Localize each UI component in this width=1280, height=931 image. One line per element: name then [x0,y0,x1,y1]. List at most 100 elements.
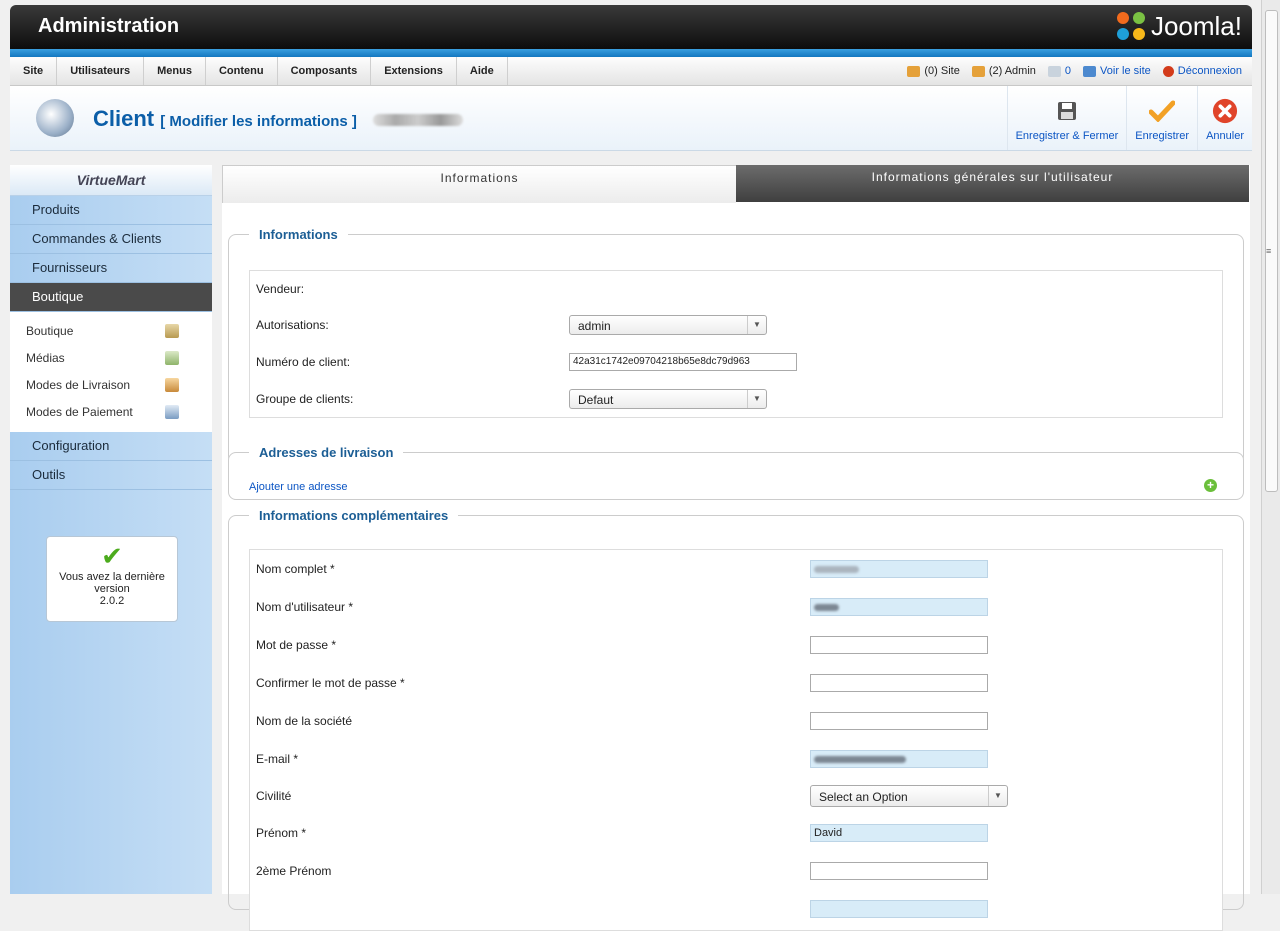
permissions-value: admin [578,319,611,333]
extra-info-legend: Informations complémentaires [259,508,449,523]
floppy-disk-icon [1054,98,1080,124]
permissions-select[interactable]: admin ▼ [569,315,767,335]
submenu-item-livraison[interactable]: Modes de Livraison [10,372,212,399]
logout-icon [1162,65,1174,77]
tab-informations[interactable]: Informations [222,165,736,203]
username-input[interactable] [810,598,988,616]
menu-aide[interactable]: Aide [457,57,508,85]
admin-title: Administration [38,15,180,37]
chevron-down-icon: ▼ [747,316,766,334]
status-bar: (0) Site (2) Admin 0 Voir le site Déconn… [907,57,1242,85]
boutique-submenu: Boutique Médias Modes de Livraison Modes… [10,312,212,432]
field-label-username: Nom d'utilisateur * [256,600,353,614]
chevron-down-icon: ▼ [988,786,1007,806]
admin-users-status: (2) Admin [971,57,1036,85]
messages-count[interactable]: 0 [1065,65,1071,77]
joomla-logo-text: Joomla! [1150,11,1242,41]
save-button[interactable]: Enregistrer [1126,86,1197,150]
checkmark-icon [1149,98,1176,124]
field-label-civility: Civilité [256,789,292,803]
cancel-label: Annuler [1206,130,1244,142]
middlename-input[interactable] [810,862,988,880]
menu-utilisateurs[interactable]: Utilisateurs [57,57,145,85]
save-close-label: Enregistrer & Fermer [1015,130,1119,142]
version-message: Vous avez la dernière version [59,571,165,595]
sidebar-item-produits[interactable]: Produits [10,196,212,225]
menu-extensions[interactable]: Extensions [371,57,457,85]
version-box: ✔ Vous avez la dernière version 2.0.2 [46,536,178,622]
submenu-item-paiement[interactable]: Modes de Paiement [10,399,212,426]
extra-info-fieldset: Informations complémentaires Nom complet… [228,508,1244,931]
customer-number-input[interactable]: 42a31c1742e09704218b65e8dc79d963 [569,353,797,371]
tab-bar: Informations Informations générales sur … [222,165,1250,203]
sidebar-item-outils[interactable]: Outils [10,461,212,490]
field-label-confirm-password: Confirmer le mot de passe * [256,676,405,690]
cancel-button[interactable]: Annuler [1197,86,1252,150]
submenu-label: Boutique [26,324,74,338]
blurred-value [814,603,839,611]
messages-status[interactable]: 0 [1047,57,1071,85]
view-site-status[interactable]: Voir le site [1083,57,1151,85]
menu-contenu[interactable]: Contenu [206,57,278,85]
civility-select[interactable]: Select an Option ▼ [810,785,1008,807]
sidebar-item-commandes-clients[interactable]: Commandes & Clients [10,225,212,254]
password-input[interactable] [810,636,988,654]
firstname-input[interactable]: David [810,824,988,842]
menu-site[interactable]: Site [10,57,58,85]
view-site-link[interactable]: Voir le site [1100,65,1151,77]
joomla-logo: Joomla! [1116,11,1242,42]
sidebar-item-fournisseurs[interactable]: Fournisseurs [10,254,212,283]
add-icon[interactable]: + [1204,479,1217,492]
joomla-logo-icon [1116,11,1147,42]
field-label-password: Mot de passe * [256,638,337,652]
mail-icon [1047,65,1061,77]
email-input[interactable] [810,750,988,768]
shop-icon [165,324,179,338]
menu-composants[interactable]: Composants [278,57,372,85]
version-number: 2.0.2 [99,595,125,607]
menu-menus[interactable]: Menus [144,57,206,85]
blurred-value [814,755,906,763]
cancel-icon [1212,98,1238,124]
company-input[interactable] [810,712,988,730]
confirm-password-input[interactable] [810,674,988,692]
field-label-middlename: 2ème Prénom [256,864,332,878]
field-label-company: Nom de la société [256,714,353,728]
informations-legend: Informations [259,227,338,242]
page-toolbar: Client [ Modifier les informations ] Enr… [10,86,1252,151]
sidebar-item-configuration[interactable]: Configuration [10,432,212,461]
save-close-button[interactable]: Enregistrer & Fermer [1006,86,1127,150]
site-users-count: (0) Site [924,65,960,77]
media-icon [165,351,179,365]
sidebar-item-boutique[interactable]: Boutique [10,283,212,312]
vertical-scrollbar[interactable]: ≡ [1261,0,1280,894]
top-header: Administration Joomla! [10,5,1252,49]
customer-group-select[interactable]: Defaut ▼ [569,389,767,409]
virtuemart-logo: VirtueMart [10,165,212,196]
blurred-customer-name [373,114,464,127]
blurred-value [814,565,859,573]
civility-value: Select an Option [819,790,908,804]
site-users-status: (0) Site [907,57,960,85]
logout-link[interactable]: Déconnexion [1178,65,1242,77]
add-address-link[interactable]: Ajouter une adresse [249,481,347,493]
chevron-down-icon: ▼ [747,390,766,408]
tab-user-general[interactable]: Informations générales sur l'utilisateur [736,165,1249,202]
logout-status[interactable]: Déconnexion [1162,57,1242,85]
submenu-item-medias[interactable]: Médias [10,345,212,372]
main-menu-bar: Site Utilisateurs Menus Contenu Composan… [10,57,1252,86]
fullname-input[interactable] [810,560,988,578]
submenu-item-boutique[interactable]: Boutique [10,318,212,345]
lastname-input[interactable] [810,900,988,918]
users-icon [907,65,921,77]
vendor-label: Vendeur: [256,282,305,296]
page-title: Client [ Modifier les informations ] [93,106,464,132]
admin-users-count: (2) Admin [988,65,1036,77]
customer-page-icon [36,99,74,137]
toolbar-buttons: Enregistrer & Fermer Enregistrer Annuler [1006,86,1252,150]
main-menu: Site Utilisateurs Menus Contenu Composan… [10,57,508,85]
main-content: Informations Informations générales sur … [222,165,1250,931]
admin-window: Administration Joomla! Site Utilisateurs… [10,5,1252,931]
informations-panel: Vendeur: Autorisations: admin ▼ Numéro de… [249,270,1223,418]
truck-icon [165,378,179,392]
